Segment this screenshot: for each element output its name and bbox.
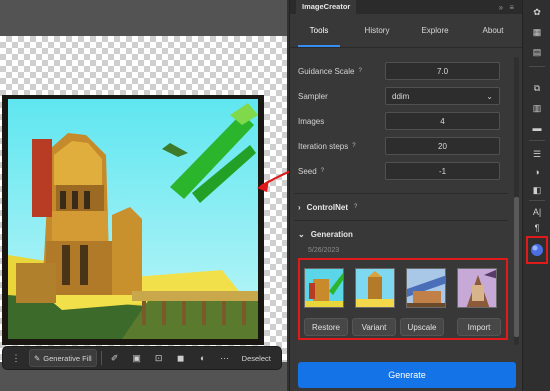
- divider: [100, 351, 102, 365]
- images-input[interactable]: 4: [385, 112, 500, 130]
- variant-button[interactable]: Variant: [352, 318, 396, 336]
- grid-icon[interactable]: ▦: [527, 24, 547, 40]
- color-icon[interactable]: ◑: [527, 164, 547, 180]
- panel-titlebar: ImageCreator » ≡: [290, 0, 522, 14]
- deselect-label: Deselect: [241, 353, 271, 363]
- param-label-text: Seed: [298, 166, 317, 176]
- sampler-value: ddim: [392, 91, 410, 101]
- invert-selection-icon[interactable]: ▣: [128, 349, 146, 367]
- tab-about[interactable]: About: [464, 14, 522, 47]
- plugin-icon[interactable]: [527, 242, 547, 258]
- restore-button[interactable]: Restore: [304, 318, 348, 336]
- generated-image[interactable]: [2, 95, 264, 345]
- param-images: Images 4: [298, 112, 503, 130]
- controlnet-section-header[interactable]: › ControlNet ?: [298, 198, 503, 216]
- upscale-button[interactable]: Upscale: [400, 318, 444, 336]
- deselect-button[interactable]: Deselect: [238, 349, 275, 367]
- create-mask-icon[interactable]: ◼: [172, 349, 190, 367]
- paragraph-style-icon[interactable]: ▥: [527, 100, 547, 116]
- divider: [529, 140, 545, 141]
- seed-input[interactable]: -1: [385, 162, 500, 180]
- result-thumbnail[interactable]: [355, 268, 395, 308]
- generative-fill-icon: ✎: [34, 353, 41, 363]
- controlnet-label: ControlNet: [306, 202, 348, 212]
- thumbnail-image-1: [305, 269, 343, 307]
- plugin-orb-icon: [531, 244, 543, 256]
- param-label-text: Guidance Scale: [298, 66, 355, 76]
- generation-section-header[interactable]: ⌄ Generation: [298, 225, 503, 243]
- param-sampler: Sampler ddim ⌄: [298, 87, 503, 105]
- thumbnail-image-2: [356, 269, 394, 307]
- tab-history[interactable]: History: [348, 14, 406, 47]
- divider: [529, 66, 545, 67]
- param-label: Guidance Scale ?: [298, 67, 388, 76]
- generation-label: Generation: [310, 229, 353, 239]
- generation-results: Restore Variant Upscale Import: [298, 258, 508, 340]
- imagecreator-panel: ImageCreator » ≡ Tools History Explore A…: [289, 0, 522, 391]
- thumbnail-image-3: [407, 269, 445, 307]
- param-guidance-scale: Guidance Scale ? 7.0: [298, 62, 503, 80]
- help-icon[interactable]: ?: [354, 204, 357, 210]
- layers-icon[interactable]: ▤: [527, 44, 547, 60]
- panel-scrollbar[interactable]: [514, 57, 519, 345]
- chevron-down-icon: ⌄: [486, 91, 493, 101]
- generation-date: 5/26/2023: [308, 247, 340, 254]
- param-label-text: Iteration steps: [298, 141, 349, 151]
- param-seed: Seed ? -1: [298, 162, 503, 180]
- libraries-icon[interactable]: ◧: [527, 182, 547, 198]
- divider: [294, 193, 508, 194]
- param-label: Iteration steps ?: [298, 142, 388, 151]
- more-options-icon[interactable]: ⋯: [216, 349, 234, 367]
- paragraph-icon[interactable]: ¶: [527, 220, 547, 236]
- adjust-icon[interactable]: ⧉: [527, 80, 547, 96]
- result-thumbnail[interactable]: [457, 268, 497, 308]
- divider: [294, 220, 508, 221]
- sampler-select[interactable]: ddim ⌄: [385, 87, 500, 105]
- param-label-text: Images: [298, 116, 325, 126]
- scrollbar-thumb[interactable]: [514, 197, 519, 337]
- result-thumbnail[interactable]: [406, 268, 446, 308]
- thumbnail-image-4: [458, 269, 496, 307]
- help-icon[interactable]: ?: [321, 168, 324, 174]
- comment-icon[interactable]: ▬: [527, 120, 547, 136]
- tab-explore[interactable]: Explore: [406, 14, 464, 47]
- drag-handle-icon[interactable]: ⋮: [7, 349, 25, 367]
- import-button[interactable]: Import: [457, 318, 501, 336]
- guidance-scale-input[interactable]: 7.0: [385, 62, 500, 80]
- panel-tabs: Tools History Explore About: [290, 14, 522, 48]
- character-icon[interactable]: A|: [527, 204, 547, 220]
- param-label: Sampler: [298, 92, 388, 101]
- transform-selection-icon[interactable]: ⊡: [150, 349, 168, 367]
- properties-icon[interactable]: ☰: [527, 146, 547, 162]
- param-label: Images: [298, 117, 388, 126]
- param-iteration-steps: Iteration steps ? 20: [298, 137, 503, 155]
- generative-fill-label: Generative Fill: [43, 353, 92, 363]
- brush-settings-icon[interactable]: ✿: [527, 4, 547, 20]
- panel-title[interactable]: ImageCreator: [296, 0, 357, 14]
- canvas-area[interactable]: ⋮ ✎ Generative Fill ✐ ▣ ⊡ ◼ ◐ ⋯ Deselect: [0, 0, 287, 391]
- result-thumbnail[interactable]: [304, 268, 344, 308]
- iteration-steps-input[interactable]: 20: [385, 137, 500, 155]
- chevron-down-icon: ⌄: [298, 229, 305, 239]
- param-label: Seed ?: [298, 167, 388, 176]
- param-label-text: Sampler: [298, 91, 328, 101]
- chevron-right-icon: ›: [298, 202, 301, 212]
- modify-selection-icon[interactable]: ✐: [106, 349, 124, 367]
- panel-menu-icon[interactable]: » ≡: [499, 3, 516, 12]
- tab-tools[interactable]: Tools: [290, 14, 348, 47]
- contextual-task-bar: ⋮ ✎ Generative Fill ✐ ▣ ⊡ ◼ ◐ ⋯ Deselect: [2, 346, 282, 370]
- divider: [529, 200, 545, 201]
- right-toolbar: ✿ ▦ ▤ ⧉ ▥ ▬ ☰ ◑ ◧ A| ¶: [522, 0, 550, 391]
- app-window: ⋮ ✎ Generative Fill ✐ ▣ ⊡ ◼ ◐ ⋯ Deselect…: [0, 0, 550, 391]
- fill-selection-icon[interactable]: ◐: [194, 349, 212, 367]
- help-icon[interactable]: ?: [352, 143, 355, 149]
- generative-fill-button[interactable]: ✎ Generative Fill: [29, 349, 97, 367]
- generate-button[interactable]: Generate: [298, 362, 516, 388]
- help-icon[interactable]: ?: [358, 68, 361, 74]
